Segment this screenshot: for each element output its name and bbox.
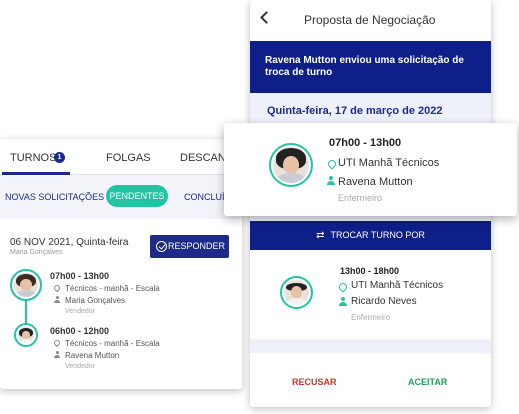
avatar	[280, 276, 313, 309]
back-arrow-icon[interactable]	[260, 11, 273, 24]
location-pin-icon	[326, 158, 338, 170]
shift-time: 06h00 - 12h00	[50, 326, 110, 336]
swap-arrows-icon: ⇄	[316, 230, 325, 241]
respond-button-label: RESPONDER	[168, 241, 226, 251]
banner-message: Ravena Mutton enviou uma solicitação de …	[265, 55, 464, 78]
accept-button[interactable]: ACEITAR	[408, 377, 447, 387]
requested-shift-card: 07h00 - 13h00 UTI Manhã Técnicos Ravena …	[224, 123, 517, 216]
proposal-date: Quinta-feira, 17 de março de 2022	[267, 105, 443, 117]
respond-button[interactable]: RESPONDER	[150, 235, 229, 258]
request-date: 06 NOV 2021, Quinta-feira	[10, 237, 129, 248]
avatar	[14, 323, 38, 347]
tab-folgas[interactable]: FOLGAS	[106, 152, 151, 164]
turnos-count-badge: 1	[54, 152, 65, 163]
offered-shift-person: Ricardo Neves	[351, 296, 417, 307]
offered-shift-location: UTI Manhã Técnicos	[351, 280, 444, 291]
action-bar: RECUSAR ACEITAR	[250, 353, 491, 407]
check-circle-icon	[156, 241, 167, 252]
requested-shift-role: Enfermeiro	[338, 193, 383, 203]
offered-shift-time: 13h00 - 18h00	[340, 266, 400, 276]
requested-shift-location: UTI Manhã Técnicos	[338, 157, 440, 169]
avatar	[269, 143, 313, 187]
trade-shift-bar: ⇄ TROCAR TURNO POR	[250, 221, 491, 250]
location-pin-icon	[337, 281, 349, 293]
shift-requests-panel: TURNOS 1 FOLGAS DESCANSO NOVAS SOLICITAÇ…	[0, 139, 242, 389]
shift-role: Vendedor	[65, 363, 95, 370]
subtab-pendentes[interactable]: PENDENTES	[106, 185, 168, 207]
header: Proposta de Negociação	[250, 0, 491, 40]
reject-button[interactable]: RECUSAR	[292, 377, 337, 387]
shift-role: Vendedor	[65, 308, 95, 315]
shift-location: Técnicos - manhã - Escala	[65, 284, 160, 293]
shift-person: Ravena Mutton	[65, 351, 120, 360]
offered-shift-role: Enfermeiro	[351, 313, 391, 322]
requested-shift-time: 07h00 - 13h00	[329, 137, 402, 149]
tab-bar: TURNOS 1 FOLGAS DESCANSO	[0, 139, 242, 176]
shift-time: 07h00 - 13h00	[50, 271, 110, 281]
location-pin-icon	[52, 338, 62, 348]
request-banner: Ravena Mutton enviou uma solicitação de …	[250, 41, 491, 93]
location-pin-icon	[52, 283, 62, 293]
person-icon	[54, 351, 60, 358]
person-icon	[327, 176, 335, 185]
requester-name: Maria Gonçalves	[10, 249, 63, 256]
person-icon	[339, 297, 347, 306]
subtab-novas-solicitacoes[interactable]: NOVAS SOLICITAÇÕES	[5, 192, 104, 202]
shift-location: Técnicos - manhã - Escala	[65, 339, 160, 348]
shift-person: Maria Gonçalves	[65, 296, 126, 305]
avatar	[10, 269, 42, 301]
subtab-bar: NOVAS SOLICITAÇÕES PENDENTES CONCLUÍDAS	[0, 175, 242, 219]
trade-label: TROCAR TURNO POR	[330, 230, 425, 240]
tab-turnos[interactable]: TURNOS	[10, 152, 56, 164]
person-icon	[54, 296, 60, 303]
page-title: Proposta de Negociação	[304, 13, 436, 27]
requested-shift-person: Ravena Mutton	[338, 176, 413, 188]
separator	[250, 339, 491, 353]
